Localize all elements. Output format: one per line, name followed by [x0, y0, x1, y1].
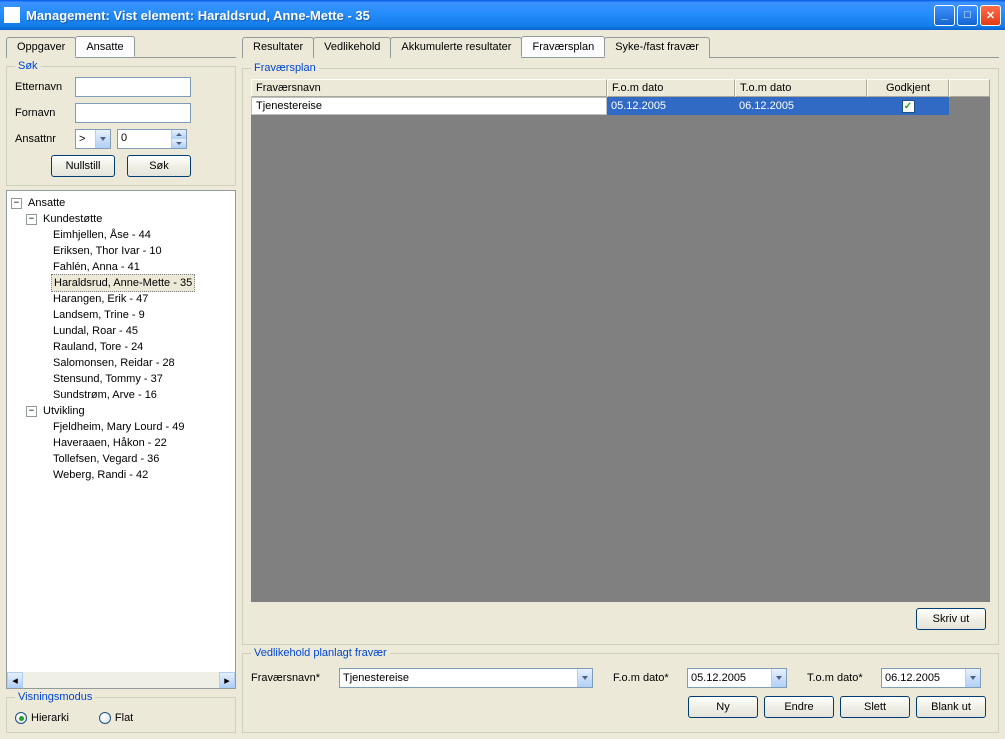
tab-syke[interactable]: Syke-/fast fravær	[604, 37, 710, 58]
skrivut-button[interactable]: Skriv ut	[916, 608, 986, 630]
chevron-down-icon	[95, 130, 110, 148]
maximize-button[interactable]: □	[957, 5, 978, 26]
blankut-button[interactable]: Blank ut	[916, 696, 986, 718]
tab-fravaersplan[interactable]: Fraværsplan	[521, 36, 605, 57]
tree-item[interactable]: Harangen, Erik - 47	[11, 291, 231, 307]
tree-item[interactable]: Stensund, Tommy - 37	[11, 371, 231, 387]
titlebar: ✳ Management: Vist element: Haraldsrud, …	[0, 0, 1005, 30]
scrollbar-track[interactable]	[23, 672, 219, 688]
maint-legend: Vedlikehold planlagt fravær	[251, 647, 390, 659]
th-tom[interactable]: T.o.m dato	[735, 79, 867, 97]
tab-vedlikehold[interactable]: Vedlikehold	[313, 37, 391, 58]
godkjent-checkbox[interactable]	[902, 100, 915, 113]
th-godkjent[interactable]: Godkjent	[867, 79, 949, 97]
endre-button[interactable]: Endre	[764, 696, 834, 718]
tree-item[interactable]: Tollefsen, Vegard - 36	[11, 451, 231, 467]
tree-item[interactable]: Eimhjellen, Åse - 44	[11, 227, 231, 243]
fravaersnavn-combo[interactable]: Tjenestereise	[339, 668, 593, 688]
tree-collapse-icon[interactable]: −	[11, 198, 22, 209]
employee-tree[interactable]: −Ansatte −Kundestøtte Eimhjellen, Åse - …	[6, 190, 236, 689]
table-row[interactable]: Tjenestereise 05.12.2005 06.12.2005	[251, 97, 990, 115]
viewmode-legend: Visningsmodus	[15, 691, 95, 703]
fornavn-input[interactable]	[75, 103, 191, 123]
tree-item[interactable]: Weberg, Randi - 42	[11, 467, 231, 483]
tab-akkumulerte[interactable]: Akkumulerte resultater	[390, 37, 522, 58]
slett-button[interactable]: Slett	[840, 696, 910, 718]
chevron-down-icon	[965, 669, 980, 687]
tree-item[interactable]: Landsem, Trine - 9	[11, 307, 231, 323]
radio-flat[interactable]: Flat	[99, 712, 133, 724]
maint-fieldset: Vedlikehold planlagt fravær Fraværsnavn*…	[242, 653, 999, 733]
tree-item[interactable]: Lundal, Roar - 45	[11, 323, 231, 339]
app-icon: ✳	[4, 7, 20, 23]
tab-ansatte[interactable]: Ansatte	[75, 36, 134, 57]
right-tabs: Resultater Vedlikehold Akkumulerte resul…	[242, 36, 999, 58]
fom-label: F.o.m dato*	[613, 672, 677, 684]
tree-item[interactable]: Haraldsrud, Anne-Mette - 35	[11, 275, 231, 291]
window-title: Management: Vist element: Haraldsrud, An…	[26, 8, 934, 23]
tab-oppgaver[interactable]: Oppgaver	[6, 37, 76, 58]
sok-button[interactable]: Søk	[127, 155, 191, 177]
th-spacer	[949, 79, 990, 97]
tom-datepicker[interactable]: 06.12.2005	[881, 668, 981, 688]
ansattnr-spinner[interactable]: 0	[117, 129, 187, 149]
scroll-right-icon[interactable]: ▸	[219, 672, 235, 688]
tree-item[interactable]: Salomonsen, Reidar - 28	[11, 355, 231, 371]
tree-item[interactable]: Eriksen, Thor Ivar - 10	[11, 243, 231, 259]
viewmode-fieldset: Visningsmodus Hierarki Flat	[6, 697, 236, 733]
scroll-left-icon[interactable]: ◂	[7, 672, 23, 688]
fravaersplan-legend: Fraværsplan	[251, 62, 319, 74]
ansattnr-label: Ansattnr	[15, 133, 75, 145]
fravaer-table[interactable]: Fraværsnavn F.o.m dato T.o.m dato Godkje…	[251, 79, 990, 602]
fornavn-label: Fornavn	[15, 107, 75, 119]
fom-datepicker[interactable]: 05.12.2005	[687, 668, 787, 688]
fravaersplan-fieldset: Fraværsplan Fraværsnavn F.o.m dato T.o.m…	[242, 68, 999, 645]
operator-combo[interactable]: >	[75, 129, 111, 149]
tree-item[interactable]: Rauland, Tore - 24	[11, 339, 231, 355]
fravaersnavn-label: Fraværsnavn*	[251, 672, 329, 684]
spinner-up-icon[interactable]	[171, 130, 186, 139]
minimize-button[interactable]: _	[934, 5, 955, 26]
tom-label: T.o.m dato*	[807, 672, 871, 684]
left-tabs: Oppgaver Ansatte	[6, 36, 236, 58]
tree-collapse-icon[interactable]: −	[26, 214, 37, 225]
spinner-down-icon[interactable]	[171, 139, 186, 148]
chevron-down-icon	[577, 669, 592, 687]
chevron-down-icon	[771, 669, 786, 687]
radio-hierarki[interactable]: Hierarki	[15, 712, 69, 724]
th-fravaersnavn[interactable]: Fraværsnavn	[251, 79, 607, 97]
ny-button[interactable]: Ny	[688, 696, 758, 718]
tree-item[interactable]: Haveraaen, Håkon - 22	[11, 435, 231, 451]
tree-collapse-icon[interactable]: −	[26, 406, 37, 417]
tree-item[interactable]: Fjeldheim, Mary Lourd - 49	[11, 419, 231, 435]
search-legend: Søk	[15, 60, 41, 72]
search-fieldset: Søk Etternavn Fornavn Ansattnr > 0	[6, 66, 236, 186]
nullstill-button[interactable]: Nullstill	[51, 155, 115, 177]
th-fom[interactable]: F.o.m dato	[607, 79, 735, 97]
tree-item[interactable]: Sundstrøm, Arve - 16	[11, 387, 231, 403]
etternavn-input[interactable]	[75, 77, 191, 97]
tab-resultater[interactable]: Resultater	[242, 37, 314, 58]
close-button[interactable]: ✕	[980, 5, 1001, 26]
etternavn-label: Etternavn	[15, 81, 75, 93]
tree-item[interactable]: Fahlén, Anna - 41	[11, 259, 231, 275]
